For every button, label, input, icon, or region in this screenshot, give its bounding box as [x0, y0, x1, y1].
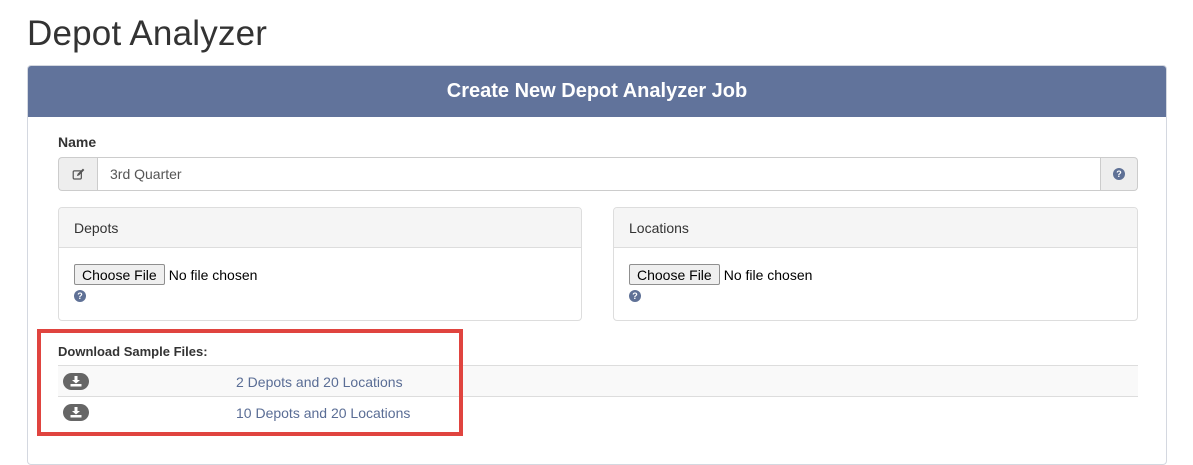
edit-icon	[72, 168, 84, 180]
edit-addon	[58, 157, 97, 191]
panel-title: Create New Depot Analyzer Job	[446, 80, 748, 102]
name-help-addon[interactable]: ?	[1101, 157, 1138, 191]
table-row: 10 Depots and 20 Locations	[58, 396, 1138, 427]
page-title: Depot Analyzer	[27, 14, 268, 53]
depots-file-input: Choose File No file chosen	[74, 264, 257, 285]
download-sample-table: 2 Depots and 20 Locations 10 Depots and …	[58, 365, 1138, 427]
download-icon[interactable]	[63, 373, 89, 390]
download-link-2-depots[interactable]: 2 Depots and 20 Locations	[236, 374, 403, 390]
depots-choose-file-button[interactable]: Choose File	[74, 264, 165, 285]
download-icon[interactable]	[63, 404, 89, 421]
name-input-group: ?	[58, 157, 1138, 191]
name-input[interactable]	[97, 157, 1101, 191]
name-label: Name	[58, 134, 97, 150]
question-circle-icon[interactable]: ?	[1113, 168, 1125, 180]
panel-header: Create New Depot Analyzer Job	[28, 66, 1166, 117]
locations-panel-title: Locations	[614, 208, 1137, 248]
question-circle-icon[interactable]: ?	[629, 290, 641, 302]
create-job-panel: Create New Depot Analyzer Job Name ? Dep…	[27, 65, 1167, 465]
download-sample-files-label: Download Sample Files:	[58, 344, 208, 359]
table-row: 2 Depots and 20 Locations	[58, 365, 1138, 396]
depots-panel-title: Depots	[59, 208, 581, 248]
download-link-10-depots[interactable]: 10 Depots and 20 Locations	[236, 405, 410, 421]
depots-file-status: No file chosen	[168, 266, 258, 283]
locations-choose-file-button[interactable]: Choose File	[629, 264, 720, 285]
locations-file-status: No file chosen	[723, 266, 813, 283]
locations-file-input: Choose File No file chosen	[629, 264, 812, 285]
depots-panel: Depots Choose File No file chosen ?	[58, 207, 582, 321]
locations-panel: Locations Choose File No file chosen ?	[613, 207, 1138, 321]
question-circle-icon[interactable]: ?	[74, 290, 86, 302]
